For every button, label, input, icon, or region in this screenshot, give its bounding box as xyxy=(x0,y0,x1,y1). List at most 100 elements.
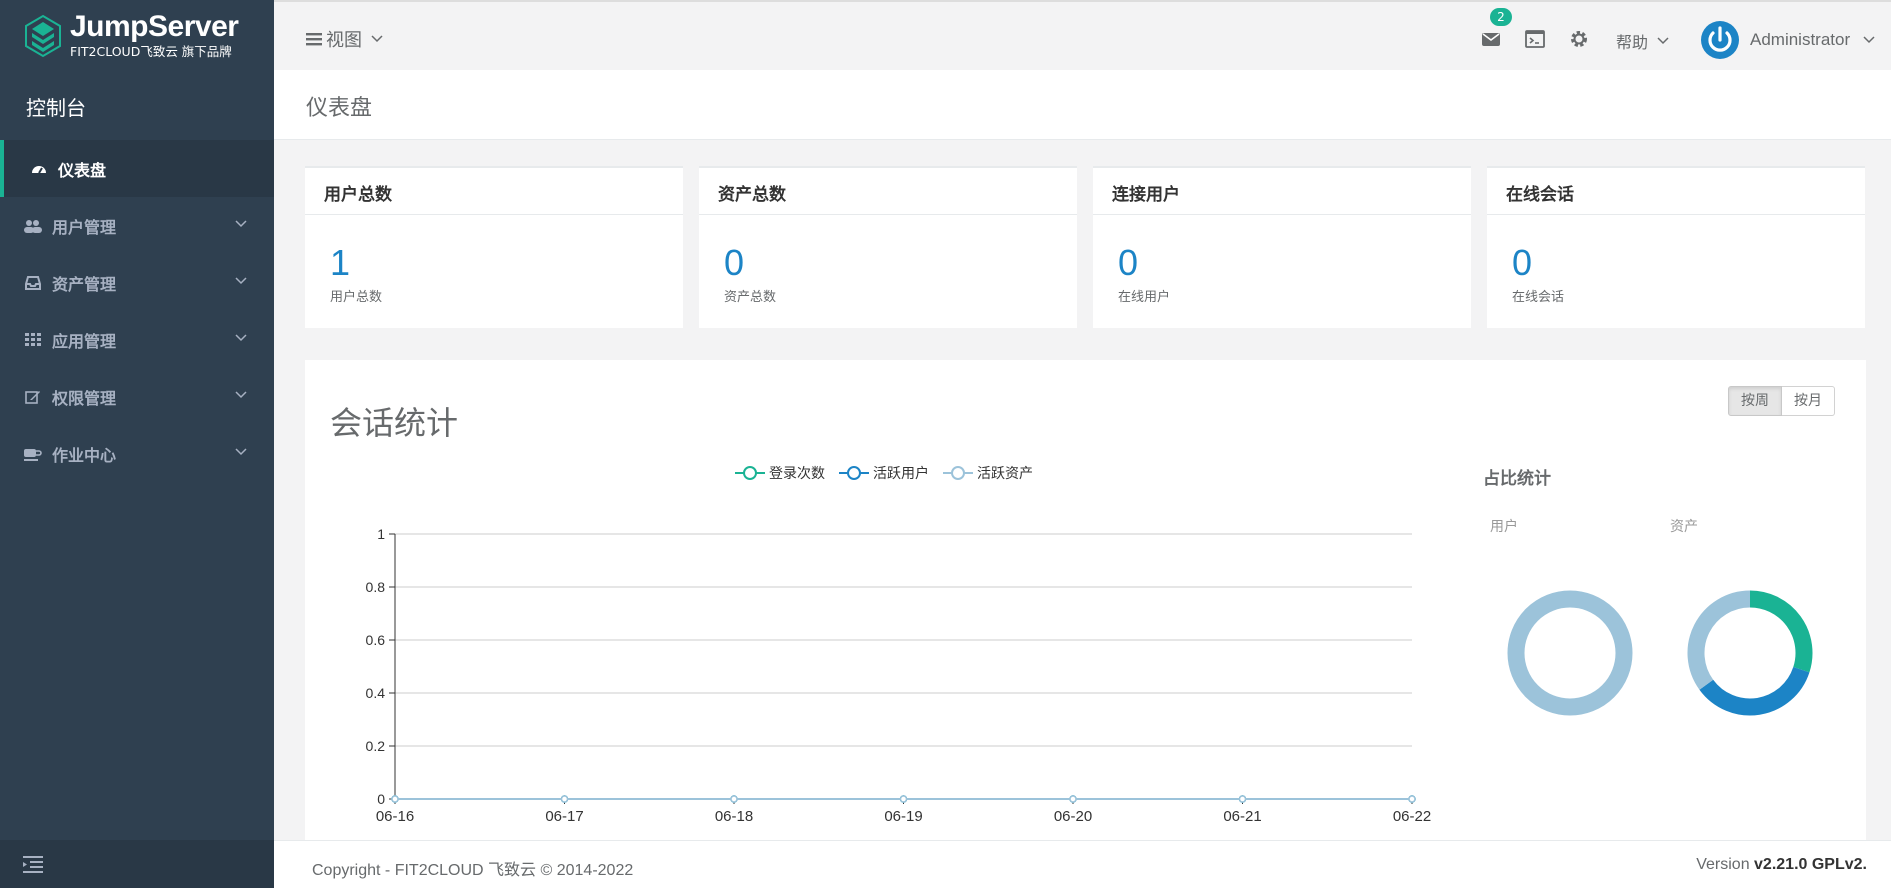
card-title: 资产总数 xyxy=(699,168,1077,215)
chevron-down-icon xyxy=(235,220,247,228)
sidebar-item-users[interactable]: 用户管理 xyxy=(0,197,274,254)
session-line-chart: 0 0.2 0.4 0.6 0.8 1 06-16 06-17 06-18 06-19 06-20 0… xyxy=(366,526,1432,825)
asset-donut-chart xyxy=(1687,590,1813,716)
data-point xyxy=(391,795,399,803)
card-value[interactable]: 1 xyxy=(330,242,350,284)
card-subtitle: 在线用户 xyxy=(1118,290,1171,305)
stat-card-online-sessions: 在线会话 0 在线会话 xyxy=(1487,166,1865,328)
sidebar-item-label: 仪表盘 xyxy=(58,160,107,180)
card-value[interactable]: 0 xyxy=(1118,242,1138,284)
donut-slice xyxy=(1699,666,1810,716)
sidebar-item-label: 用户管理 xyxy=(52,217,117,237)
chevron-down-icon xyxy=(235,448,247,456)
sidebar-item-permissions[interactable]: 权限管理 xyxy=(0,368,274,425)
by-month-button[interactable]: 按月 xyxy=(1782,386,1835,416)
edit-icon xyxy=(24,388,42,406)
view-menu[interactable]: 视图 xyxy=(306,26,384,52)
sidebar-item-label: 应用管理 xyxy=(52,331,117,351)
brand-logo[interactable]: JumpServer FIT2CLOUD飞致云 旗下品牌 xyxy=(24,10,239,60)
card-title: 连接用户 xyxy=(1093,168,1471,215)
x-tick-label: 06-16 xyxy=(376,808,414,825)
stat-card-online-users: 连接用户 0 在线用户 xyxy=(1093,166,1471,328)
ratio-user-label: 用户 xyxy=(1490,519,1518,535)
y-tick-label: 0 xyxy=(377,791,385,807)
period-toggle: 按周 按月 xyxy=(1728,386,1835,416)
sidebar-footer xyxy=(0,840,274,888)
user-name: Administrator xyxy=(1750,30,1851,49)
data-point xyxy=(1238,795,1247,803)
user-donut-chart xyxy=(1507,590,1633,716)
by-week-button[interactable]: 按周 xyxy=(1728,386,1782,416)
version-number: v2.21.0 GPLv2. xyxy=(1754,856,1867,873)
sidebar: JumpServer FIT2CLOUD飞致云 旗下品牌 控制台 仪表盘 用户管… xyxy=(0,0,274,888)
version-prefix: Version xyxy=(1696,856,1755,873)
coffee-icon xyxy=(24,445,42,463)
ratio-asset-label: 资产 xyxy=(1670,519,1698,535)
ratio-stats-title: 占比统计 xyxy=(1483,469,1551,489)
sidebar-item-label: 权限管理 xyxy=(52,388,117,408)
card-title: 用户总数 xyxy=(305,168,683,215)
sidebar-item-jobs[interactable]: 作业中心 xyxy=(0,425,274,482)
y-tick-label: 0.4 xyxy=(366,685,386,701)
sidebar-item-label: 资产管理 xyxy=(52,274,117,294)
chevron-down-icon xyxy=(1863,36,1875,44)
version-text: Version v2.21.0 GPLv2. xyxy=(1696,856,1867,874)
jumpserver-logo-icon xyxy=(25,14,61,58)
chevron-down-icon xyxy=(371,35,383,43)
chevron-down-icon xyxy=(235,334,247,342)
donut-slice xyxy=(1687,590,1751,690)
donut-slice xyxy=(1749,590,1813,673)
brand-name: JumpServer xyxy=(70,10,239,43)
y-tick-label: 0.8 xyxy=(366,579,386,595)
sidebar-item-applications[interactable]: 应用管理 xyxy=(0,311,274,368)
donut-slice xyxy=(1507,590,1633,716)
y-tick-label: 0.6 xyxy=(366,632,386,648)
sidebar-item-dashboard[interactable]: 仪表盘 xyxy=(0,140,274,197)
chevron-down-icon xyxy=(235,277,247,285)
card-title: 在线会话 xyxy=(1487,168,1865,215)
sidebar-item-label: 作业中心 xyxy=(52,445,117,465)
chevron-down-icon xyxy=(235,391,247,399)
x-tick-label: 06-18 xyxy=(715,808,753,825)
sidebar-nav: 仪表盘 用户管理 资产管理 应用管理 权限管理 作业中心 xyxy=(0,140,274,482)
page-heading: 仪表盘 xyxy=(274,70,1891,140)
x-tick-label: 06-21 xyxy=(1223,808,1261,825)
card-value[interactable]: 0 xyxy=(1512,242,1532,284)
session-stats-panel: 会话统计 按周 按月 登录次数 活跃用户 活跃资产 0 0.2 0.4 0.6 0.8 1… xyxy=(305,360,1866,840)
avatar xyxy=(1701,21,1739,59)
copyright-text: Copyright - FIT2CLOUD 飞致云 © 2014-2022 xyxy=(312,862,634,879)
collapse-sidebar-icon[interactable] xyxy=(22,854,44,874)
x-tick-label: 06-22 xyxy=(1393,808,1431,825)
dashboard-icon xyxy=(30,160,48,178)
gear-icon[interactable] xyxy=(1568,28,1590,50)
inbox-icon xyxy=(24,274,42,292)
users-icon xyxy=(24,217,42,235)
grid-icon xyxy=(24,331,42,349)
brand-sub: FIT2CLOUD飞致云 旗下品牌 xyxy=(70,44,232,59)
card-subtitle: 用户总数 xyxy=(330,290,383,305)
hamburger-icon xyxy=(306,33,322,46)
data-point xyxy=(730,795,738,803)
console-label: 控制台 xyxy=(26,96,86,120)
x-tick-label: 06-20 xyxy=(1054,808,1092,825)
sidebar-item-assets[interactable]: 资产管理 xyxy=(0,254,274,311)
y-tick-label: 0.2 xyxy=(366,738,386,754)
data-point xyxy=(1408,795,1416,803)
y-tick-label: 1 xyxy=(377,526,385,542)
card-subtitle: 在线会话 xyxy=(1512,290,1565,305)
x-tick-label: 06-19 xyxy=(884,808,922,825)
data-point xyxy=(560,795,569,803)
user-menu[interactable]: Administrator xyxy=(1700,20,1876,60)
terminal-icon[interactable] xyxy=(1524,28,1546,50)
footer: Copyright - FIT2CLOUD 飞致云 © 2014-2022 Ve… xyxy=(274,840,1891,888)
stat-card-users: 用户总数 1 用户总数 xyxy=(305,166,683,328)
help-menu[interactable]: 帮助 xyxy=(1616,29,1670,53)
card-value[interactable]: 0 xyxy=(724,242,744,284)
message-count-badge: 2 xyxy=(1490,8,1512,26)
help-menu-label: 帮助 xyxy=(1616,33,1649,52)
envelope-icon[interactable] xyxy=(1480,28,1502,50)
topbar: 视图 2 帮助 Administrator xyxy=(274,0,1891,70)
card-subtitle: 资产总数 xyxy=(724,290,777,305)
view-menu-label: 视图 xyxy=(326,30,362,51)
chevron-down-icon xyxy=(1657,37,1669,45)
